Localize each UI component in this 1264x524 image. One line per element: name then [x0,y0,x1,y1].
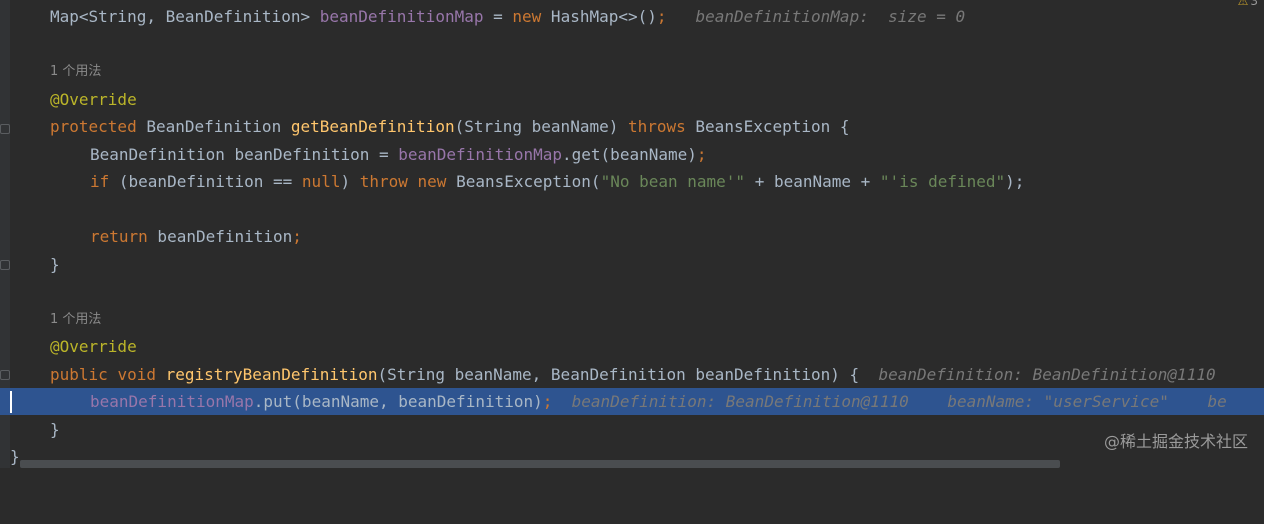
code-line[interactable]: @Override [0,333,1264,360]
fold-toggle-icon[interactable] [0,260,10,270]
code-line[interactable]: if (beanDefinition == null) throw new Be… [0,168,1264,195]
current-execution-line[interactable]: beanDefinitionMap.put(beanName, beanDefi… [0,388,1264,415]
code-text: public void registryBeanDefinition(Strin… [50,365,1216,384]
code-text: Map<String, BeanDefinition> beanDefiniti… [50,7,966,26]
usages-hint[interactable]: 1 个用法 [0,58,1264,85]
horizontal-scrollbar[interactable] [20,460,1060,468]
code-text: protected BeanDefinition getBeanDefiniti… [50,117,850,136]
code-text: BeanDefinition beanDefinition = beanDefi… [90,145,707,164]
inline-debug-hint: beanDefinition: BeanDefinition@1110 [571,392,909,411]
code-line[interactable]: public void registryBeanDefinition(Strin… [0,361,1264,388]
code-line[interactable]: Map<String, BeanDefinition> beanDefiniti… [0,3,1264,30]
watermark: @稀土掘金技术社区 [1103,432,1248,451]
code-editor[interactable]: ⚠ 3 Map<String, BeanDefinition> beanDefin… [0,0,1264,468]
code-text: return beanDefinition; [90,227,302,246]
fold-toggle-icon[interactable] [0,370,10,380]
inline-debug-hint: beanName: "userService" [947,392,1169,411]
code-text: if (beanDefinition == null) throw new Be… [90,172,1025,191]
code-line[interactable]: BeanDefinition beanDefinition = beanDefi… [0,141,1264,168]
code-line[interactable]: } [0,251,1264,278]
inline-debug-hint: beanDefinition: BeanDefinition@1110 [878,365,1216,384]
code-line[interactable]: @Override [0,86,1264,113]
inline-debug-hint: beanDefinitionMap: size = 0 [695,7,966,26]
code-line[interactable]: protected BeanDefinition getBeanDefiniti… [0,113,1264,140]
code-line[interactable]: } [0,416,1264,443]
code-text: beanDefinitionMap.put(beanName, beanDefi… [90,392,1227,411]
text-caret [10,391,12,413]
usages-hint[interactable]: 1 个用法 [0,306,1264,333]
inline-debug-hint: be [1207,392,1227,411]
code-line[interactable]: return beanDefinition; [0,223,1264,250]
fold-toggle-icon[interactable] [0,124,10,134]
